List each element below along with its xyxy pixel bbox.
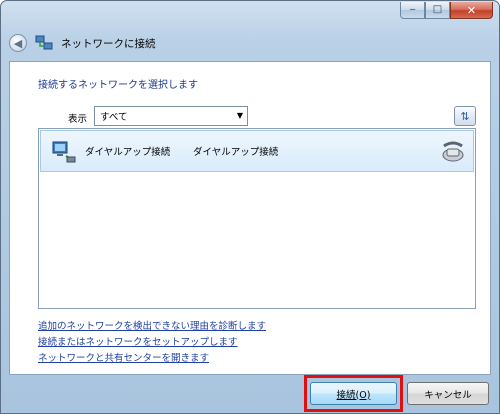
show-filter-value: すべて bbox=[100, 112, 128, 123]
network-list[interactable]: ダイヤルアップ接続 ダイヤルアップ接続 bbox=[38, 128, 476, 309]
close-button[interactable]: ✕ bbox=[450, 2, 493, 19]
caption-buttons: ‒ □ ✕ bbox=[400, 2, 493, 19]
connect-label: 接続(O) bbox=[336, 389, 371, 401]
network-sharing-center-link[interactable]: ネットワークと共有センターを開きます bbox=[38, 350, 209, 364]
back-button[interactable]: ◀ bbox=[9, 34, 27, 52]
connect-button[interactable]: 接続(O) bbox=[310, 382, 397, 405]
maximize-icon: □ bbox=[432, 4, 443, 15]
refresh-button[interactable]: ⇅ bbox=[454, 106, 476, 126]
maximize-button[interactable]: □ bbox=[425, 2, 450, 19]
setup-connection-link[interactable]: 接続またはネットワークをセットアップします bbox=[38, 334, 238, 348]
window-title: ネットワークに接続 bbox=[61, 38, 156, 50]
cancel-button[interactable]: キャンセル bbox=[407, 382, 489, 405]
network-name: ダイヤルアップ接続 bbox=[85, 147, 171, 158]
minimize-icon: ‒ bbox=[409, 4, 416, 15]
phone-icon bbox=[442, 141, 464, 162]
cancel-label: キャンセル bbox=[424, 389, 472, 401]
content-panel: 接続するネットワークを選択します 表示 すべて ▼ ⇅ ダイヤルアップ接続 ダイ… bbox=[9, 61, 491, 375]
dialup-connection-icon bbox=[52, 141, 76, 163]
network-item-dialup[interactable]: ダイヤルアップ接続 ダイヤルアップ接続 bbox=[40, 130, 474, 172]
show-filter-dropdown[interactable]: すべて ▼ bbox=[94, 106, 248, 126]
network-type: ダイヤルアップ接続 bbox=[193, 147, 279, 158]
instruction-text: 接続するネットワークを選択します bbox=[38, 80, 198, 91]
close-icon: ✕ bbox=[466, 3, 477, 17]
diagnose-link[interactable]: 追加のネットワークを検出できない理由を診断します bbox=[38, 318, 266, 332]
chevron-down-icon: ▼ bbox=[236, 111, 243, 120]
connect-to-network-window: ‒ □ ✕ ◀ ネットワークに接続 接続するネットワークを選択します 表示 すべ… bbox=[0, 0, 500, 414]
network-icon bbox=[35, 35, 53, 50]
back-arrow-icon: ◀ bbox=[13, 36, 23, 50]
show-label: 表示 bbox=[68, 114, 88, 125]
refresh-icon: ⇅ bbox=[460, 109, 470, 123]
minimize-button[interactable]: ‒ bbox=[400, 2, 425, 19]
title-bar: ‒ □ ✕ bbox=[1, 1, 499, 29]
